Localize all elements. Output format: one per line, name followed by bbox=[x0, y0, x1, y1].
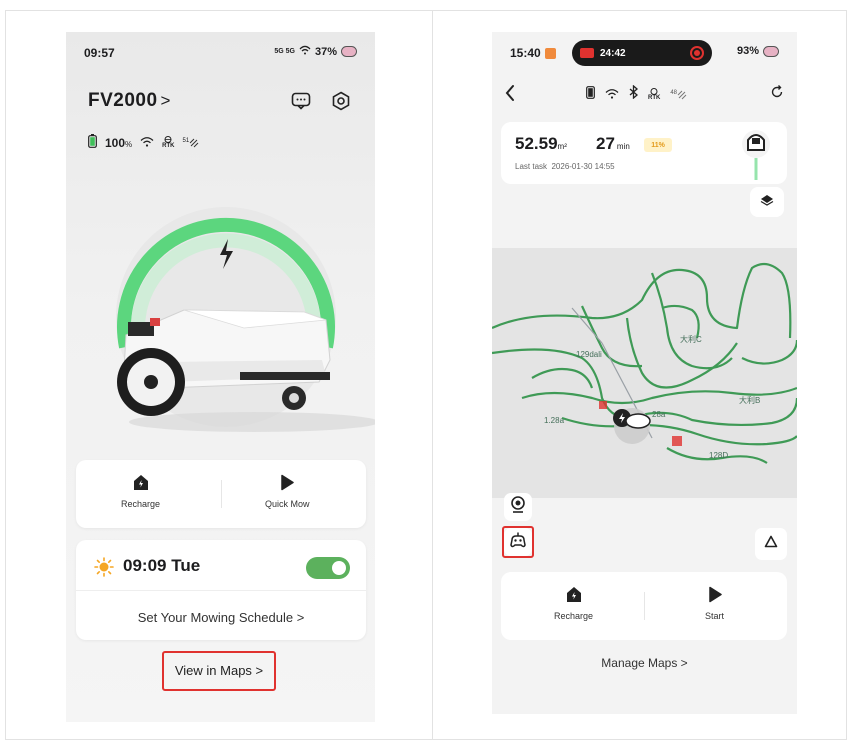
rtk-label: RTK bbox=[648, 95, 661, 101]
view-in-maps-link[interactable]: View in Maps > bbox=[162, 651, 276, 689]
bluetooth-icon bbox=[629, 84, 638, 104]
cloud-icon bbox=[763, 45, 779, 57]
home-charge-icon bbox=[566, 586, 582, 605]
home-charge-icon bbox=[133, 474, 149, 493]
recharge-label: Recharge bbox=[121, 499, 161, 509]
layers-icon bbox=[760, 193, 774, 211]
map-label-128d: 128D bbox=[709, 451, 729, 460]
left-phone-screen: 09:57 5G 5G 37% FV2000 > 100% RTK 51 Rec… bbox=[66, 32, 375, 722]
battery-text: 93% bbox=[736, 45, 759, 57]
schedule-toggle[interactable] bbox=[306, 557, 350, 579]
action-divider bbox=[221, 480, 222, 508]
action-card: Recharge Quick Mow bbox=[76, 460, 366, 528]
last-task-label: Last task bbox=[515, 162, 548, 171]
stop-record-icon[interactable] bbox=[690, 46, 704, 60]
map-label-28a: 28a bbox=[652, 410, 666, 419]
recharge-button[interactable]: Recharge bbox=[121, 474, 160, 509]
manage-maps-link[interactable]: Manage Maps > bbox=[492, 656, 797, 670]
minutes-value: 27 bbox=[596, 134, 615, 153]
rtk-icon: RTK bbox=[162, 136, 175, 149]
progress-badge: 11% bbox=[644, 138, 672, 152]
highlight-box bbox=[502, 526, 534, 558]
last-task: Last task 2026-01-30 14:55 bbox=[515, 162, 615, 171]
minutes-unit: min bbox=[616, 142, 630, 151]
play-icon bbox=[280, 474, 294, 493]
recording-time: 24:42 bbox=[600, 47, 626, 59]
map-label-dali-b: 大利B bbox=[739, 396, 761, 405]
sun-icon bbox=[94, 557, 114, 582]
area-unit: m² bbox=[557, 142, 567, 151]
title-chevron: > bbox=[160, 91, 171, 110]
play-icon bbox=[708, 586, 722, 605]
recharge-button[interactable]: Recharge bbox=[554, 586, 593, 621]
mowed-area: 52.59m² bbox=[515, 134, 567, 154]
recharge-label: Recharge bbox=[554, 611, 594, 621]
satellite-icon: 48 bbox=[670, 90, 687, 100]
sat-count: 51 bbox=[182, 137, 190, 144]
cloud-icon bbox=[341, 46, 357, 57]
signal-text: 5G 5G bbox=[274, 48, 295, 55]
schedule-time: 09:09 Tue bbox=[123, 556, 201, 575]
status-right: 5G 5G 37% bbox=[274, 45, 357, 58]
wifi-icon bbox=[299, 45, 311, 58]
battery-text: 37% bbox=[314, 45, 337, 58]
notification-icon bbox=[544, 47, 556, 59]
last-task-time: 2026-01-30 14:55 bbox=[551, 162, 615, 171]
mower-avatar-icon bbox=[739, 128, 773, 185]
triangle-nav-icon bbox=[764, 535, 778, 553]
battery-unit: % bbox=[125, 139, 133, 149]
settings-icon[interactable] bbox=[330, 90, 352, 112]
top-nav: RTK 48 bbox=[492, 82, 797, 106]
map-label-129dali: 129dali bbox=[576, 350, 602, 359]
nav-status-icons: RTK 48 bbox=[586, 84, 687, 104]
map-action-card: Recharge Start bbox=[501, 572, 787, 640]
battery-value: 100 bbox=[105, 135, 126, 150]
area-value: 52.59 bbox=[515, 134, 558, 153]
map-label-1-28a: 1.28a bbox=[544, 416, 565, 425]
schedule-divider bbox=[76, 590, 366, 591]
quick-mow-label: Quick Mow bbox=[265, 499, 310, 509]
status-left: 15:40 bbox=[510, 46, 556, 60]
screen-recording-pill[interactable]: 24:42 bbox=[572, 40, 712, 66]
status-right: 93% bbox=[737, 45, 779, 57]
status-time: 15:40 bbox=[510, 46, 541, 60]
mow-duration: 27 min bbox=[596, 134, 630, 154]
message-icon[interactable] bbox=[290, 90, 312, 112]
right-phone-screen: 15:40 24:42 93% RTK 48 52.59m² 27 min 11… bbox=[492, 32, 797, 714]
rtk-icon: RTK bbox=[648, 88, 660, 101]
map-label-dali-c: 大利C bbox=[680, 335, 702, 344]
mowing-map[interactable]: 大利C 129dali 1.28a 28a 大利B 128D bbox=[492, 248, 797, 498]
start-label: Start bbox=[705, 611, 725, 621]
action-divider bbox=[644, 592, 645, 620]
quick-mow-button[interactable]: Quick Mow bbox=[265, 474, 310, 509]
set-schedule-link[interactable]: Set Your Mowing Schedule > bbox=[76, 610, 366, 625]
battery-full-icon bbox=[88, 134, 97, 151]
sat-count: 48 bbox=[670, 89, 678, 96]
mowing-path-svg bbox=[492, 262, 797, 464]
battery-icon bbox=[586, 85, 595, 104]
record-camera-icon bbox=[580, 48, 594, 58]
task-summary-card: 52.59m² 27 min 11% Last task 2026-01-30 1… bbox=[501, 122, 787, 184]
status-time: 09:57 bbox=[84, 46, 115, 60]
rtk-label: RTK bbox=[162, 143, 175, 149]
device-stats: 100% RTK 51 bbox=[88, 134, 199, 151]
layers-button[interactable] bbox=[750, 187, 784, 217]
wifi-icon bbox=[605, 86, 619, 104]
locate-button[interactable] bbox=[504, 493, 532, 521]
mower-image bbox=[104, 290, 375, 440]
back-icon[interactable] bbox=[504, 84, 516, 107]
start-button[interactable]: Start bbox=[705, 586, 724, 621]
device-name: FV2000 bbox=[88, 90, 158, 111]
panel-divider bbox=[432, 10, 433, 740]
navigate-button[interactable] bbox=[755, 528, 787, 560]
wifi-icon bbox=[140, 136, 154, 150]
device-title[interactable]: FV2000 > bbox=[88, 90, 171, 112]
refresh-icon[interactable] bbox=[770, 85, 784, 104]
locate-icon bbox=[510, 495, 526, 519]
satellite-icon: 51 bbox=[183, 138, 200, 148]
